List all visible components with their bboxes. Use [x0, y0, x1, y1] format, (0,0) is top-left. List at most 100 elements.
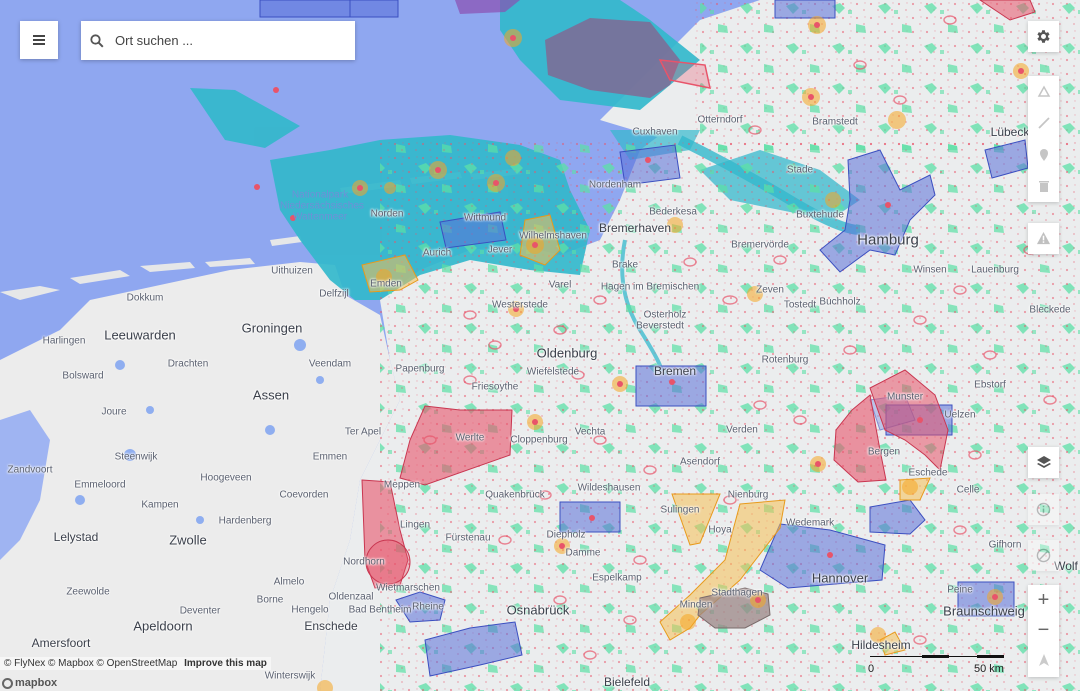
place-label: Bielefeld — [603, 675, 651, 689]
place-label: Winsen — [913, 264, 947, 276]
place-label: Groningen — [241, 320, 303, 336]
place-label: Lübeck — [990, 125, 1030, 139]
place-label: Osnabrück — [506, 602, 570, 618]
scale-segment — [977, 655, 1004, 658]
place-label: Borne — [256, 594, 284, 606]
place-label: Bolsward — [62, 370, 104, 382]
draw-polygon-tool[interactable] — [1035, 83, 1053, 101]
info-icon — [1036, 502, 1051, 517]
place-label: Zeven — [756, 284, 784, 296]
search-icon — [90, 33, 104, 48]
scale-segment — [922, 655, 949, 658]
place-label: Celle — [956, 484, 980, 496]
place-label: Emden — [370, 278, 402, 290]
place-label: Brake — [611, 259, 639, 271]
place-label: Emmen — [312, 451, 348, 463]
place-label: Wittmund — [463, 212, 507, 224]
improve-map-link[interactable]: Improve this map — [184, 658, 267, 669]
map-pin-icon — [1039, 148, 1048, 161]
place-label: Wildeshausen — [577, 482, 641, 494]
place-label: Zeewolde — [66, 586, 110, 598]
place-label: Zandvoort — [7, 464, 53, 476]
trash-icon — [1038, 181, 1049, 193]
no-fly-filter-button[interactable] — [1028, 540, 1059, 571]
zoom-control: + − — [1028, 585, 1059, 677]
place-label: Lingen — [399, 519, 431, 531]
place-label: Nienburg — [727, 489, 769, 501]
plus-icon: + — [1037, 588, 1050, 611]
zoom-in-button[interactable]: + — [1028, 585, 1059, 615]
place-label: Bederkesa — [649, 206, 697, 218]
place-label: Stade — [786, 164, 814, 176]
place-label: Papenburg — [395, 363, 445, 375]
place-label: Hoya — [708, 524, 732, 536]
zoom-out-button[interactable]: − — [1028, 615, 1059, 645]
place-label: Norden — [370, 208, 404, 220]
place-label: Kampen — [141, 499, 179, 511]
place-label: Dokkum — [126, 292, 164, 304]
place-label: Fürstenau — [445, 532, 491, 544]
place-label: Peine — [947, 584, 973, 596]
place-label: Osterholz — [643, 309, 687, 321]
place-label: Amersfoort — [31, 636, 91, 650]
place-label: Emmeloord — [74, 479, 126, 491]
place-label: Veendam — [308, 358, 352, 370]
search-box[interactable] — [81, 21, 355, 60]
gear-icon — [1037, 30, 1050, 43]
layers-button[interactable] — [1028, 447, 1059, 478]
place-label: Gifhorn — [988, 539, 1022, 551]
prohibition-icon — [1036, 548, 1051, 563]
delete-tool[interactable] — [1035, 177, 1053, 195]
place-label: Uelzen — [944, 409, 976, 421]
place-label: Wedemark — [785, 517, 835, 529]
warnings-button[interactable] — [1028, 223, 1059, 254]
place-label: Bremerhaven — [598, 221, 672, 235]
place-label: Deventer — [179, 605, 221, 617]
place-label: Harlingen — [42, 335, 86, 347]
place-label: Aurich — [422, 247, 452, 259]
place-label: Vechta — [574, 426, 606, 438]
place-label: Bramstedt — [812, 116, 858, 128]
place-label: Jever — [487, 244, 513, 256]
place-label: Buxtehude — [796, 209, 844, 221]
reset-north-button[interactable] — [1028, 645, 1059, 675]
mapbox-logo[interactable]: mapbox — [2, 677, 57, 689]
attribution-text: © FlyNex © Mapbox © OpenStreetMap — [4, 658, 178, 669]
place-label: Zwolle — [169, 532, 207, 548]
layers-icon — [1036, 455, 1051, 468]
place-label: Otterndorf — [697, 114, 743, 126]
place-label: Hengelo — [291, 604, 329, 616]
place-label: Nordhorn — [343, 556, 385, 568]
mapbox-logo-icon — [2, 677, 13, 689]
line-icon — [1037, 117, 1050, 129]
place-label: Quakenbrück — [485, 489, 545, 501]
info-button[interactable] — [1028, 494, 1059, 525]
place-label: Lauenburg — [971, 264, 1019, 276]
place-label: Nordenham — [588, 179, 642, 191]
map-attribution: © FlyNex © Mapbox © OpenStreetMap Improv… — [0, 657, 271, 670]
place-marker-tool[interactable] — [1035, 146, 1053, 164]
place-label: Bremervörde — [731, 239, 789, 251]
place-label: Hamburg — [857, 231, 919, 249]
draw-line-tool[interactable] — [1035, 114, 1053, 132]
place-label: Hoogeveen — [200, 472, 252, 484]
place-label: Winterswijk — [264, 670, 316, 682]
place-label: Eschede — [908, 467, 948, 479]
place-label: Oldenzaal — [328, 591, 374, 603]
compass-arrow-icon — [1038, 654, 1049, 666]
settings-button[interactable] — [1028, 21, 1059, 52]
place-label: Beverstedt — [636, 320, 684, 332]
polygon-icon — [1037, 85, 1050, 97]
place-label: Wietmarschen — [376, 582, 440, 594]
place-label: Tostedt — [783, 299, 817, 311]
menu-button[interactable] — [20, 21, 58, 59]
mapbox-logo-text: mapbox — [15, 677, 58, 689]
place-label: Bad Bentheim — [348, 604, 412, 616]
search-input[interactable] — [113, 32, 347, 49]
place-label: Apeldoorn — [133, 618, 193, 634]
hamburger-menu-icon — [33, 35, 45, 45]
place-label: Enschede — [304, 619, 358, 633]
place-label: Hildesheim — [851, 638, 911, 652]
place-label: Verden — [726, 424, 758, 436]
place-label: Bremen — [653, 364, 697, 378]
